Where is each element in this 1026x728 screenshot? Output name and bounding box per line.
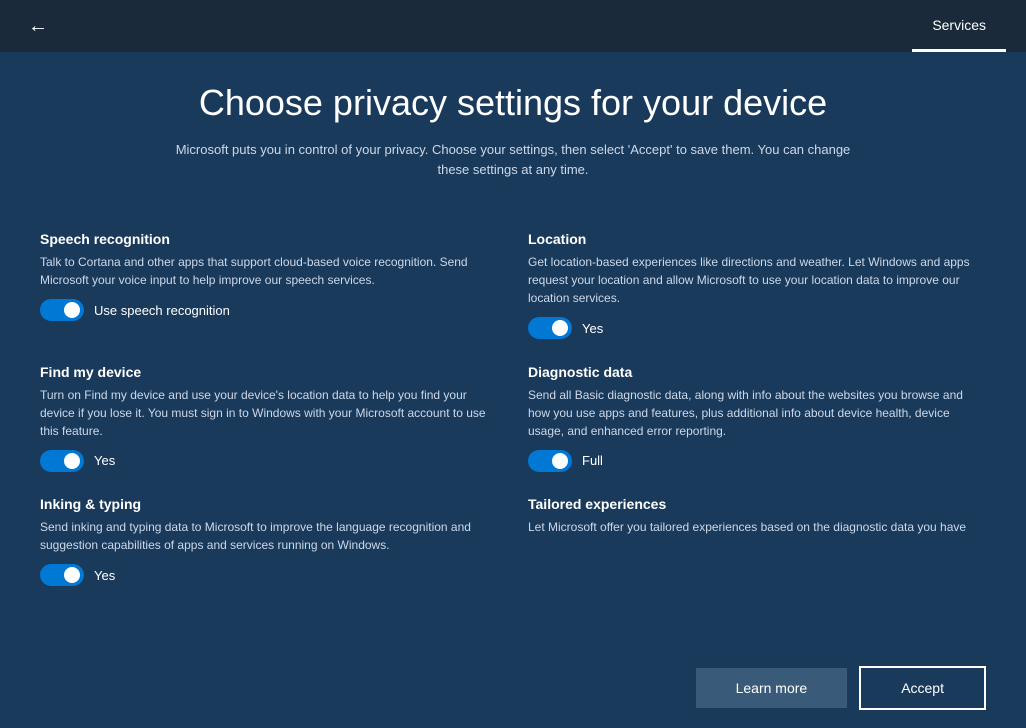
accept-button[interactable]: Accept — [859, 666, 986, 710]
diagnostic-data-title: Diagnostic data — [528, 364, 976, 380]
speech-recognition-description: Talk to Cortana and other apps that supp… — [40, 253, 488, 289]
find-my-device-description: Turn on Find my device and use your devi… — [40, 386, 488, 440]
services-tab-label: Services — [932, 17, 986, 33]
speech-recognition-toggle-row: Use speech recognition — [40, 299, 488, 321]
header-section: Choose privacy settings for your device … — [0, 52, 1026, 199]
speech-recognition-toggle-label: Use speech recognition — [94, 303, 230, 318]
top-bar: ← Services — [0, 0, 1026, 52]
inking-typing-toggle-row: Yes — [40, 564, 488, 586]
location-description: Get location-based experiences like dire… — [528, 253, 976, 307]
setting-location: Location Get location-based experiences … — [528, 219, 976, 352]
learn-more-button[interactable]: Learn more — [696, 668, 848, 708]
page-title: Choose privacy settings for your device — [80, 82, 946, 124]
tailored-experiences-title: Tailored experiences — [528, 496, 976, 512]
find-my-device-toggle-row: Yes — [40, 450, 488, 472]
main-content: Choose privacy settings for your device … — [0, 52, 1026, 728]
location-toggle-label: Yes — [582, 321, 603, 336]
find-my-device-toggle[interactable] — [40, 450, 84, 472]
page-subtitle: Microsoft puts you in control of your pr… — [163, 140, 863, 179]
services-tab: Services — [912, 0, 1006, 52]
diagnostic-data-toggle-row: Full — [528, 450, 976, 472]
inking-typing-title: Inking & typing — [40, 496, 488, 512]
setting-diagnostic-data: Diagnostic data Send all Basic diagnosti… — [528, 352, 976, 485]
inking-typing-toggle-label: Yes — [94, 568, 115, 583]
settings-grid: Speech recognition Talk to Cortana and o… — [40, 219, 986, 599]
diagnostic-data-description: Send all Basic diagnostic data, along wi… — [528, 386, 976, 440]
find-my-device-toggle-label: Yes — [94, 453, 115, 468]
find-my-device-title: Find my device — [40, 364, 488, 380]
inking-typing-toggle[interactable] — [40, 564, 84, 586]
diagnostic-data-toggle-label: Full — [582, 453, 603, 468]
setting-inking-typing: Inking & typing Send inking and typing d… — [40, 484, 488, 599]
inking-typing-description: Send inking and typing data to Microsoft… — [40, 518, 488, 554]
diagnostic-data-toggle[interactable] — [528, 450, 572, 472]
location-toggle[interactable] — [528, 317, 572, 339]
setting-tailored-experiences: Tailored experiences Let Microsoft offer… — [528, 484, 976, 534]
tailored-experiences-description: Let Microsoft offer you tailored experie… — [528, 518, 976, 534]
settings-container: Speech recognition Talk to Cortana and o… — [0, 199, 1026, 648]
location-title: Location — [528, 231, 976, 247]
back-button[interactable]: ← — [20, 11, 56, 42]
location-toggle-row: Yes — [528, 317, 976, 339]
setting-find-my-device: Find my device Turn on Find my device an… — [40, 352, 488, 485]
setting-speech-recognition: Speech recognition Talk to Cortana and o… — [40, 219, 488, 352]
speech-recognition-toggle[interactable] — [40, 299, 84, 321]
speech-recognition-title: Speech recognition — [40, 231, 488, 247]
back-icon: ← — [28, 15, 48, 38]
bottom-bar: Learn more Accept — [0, 648, 1026, 728]
